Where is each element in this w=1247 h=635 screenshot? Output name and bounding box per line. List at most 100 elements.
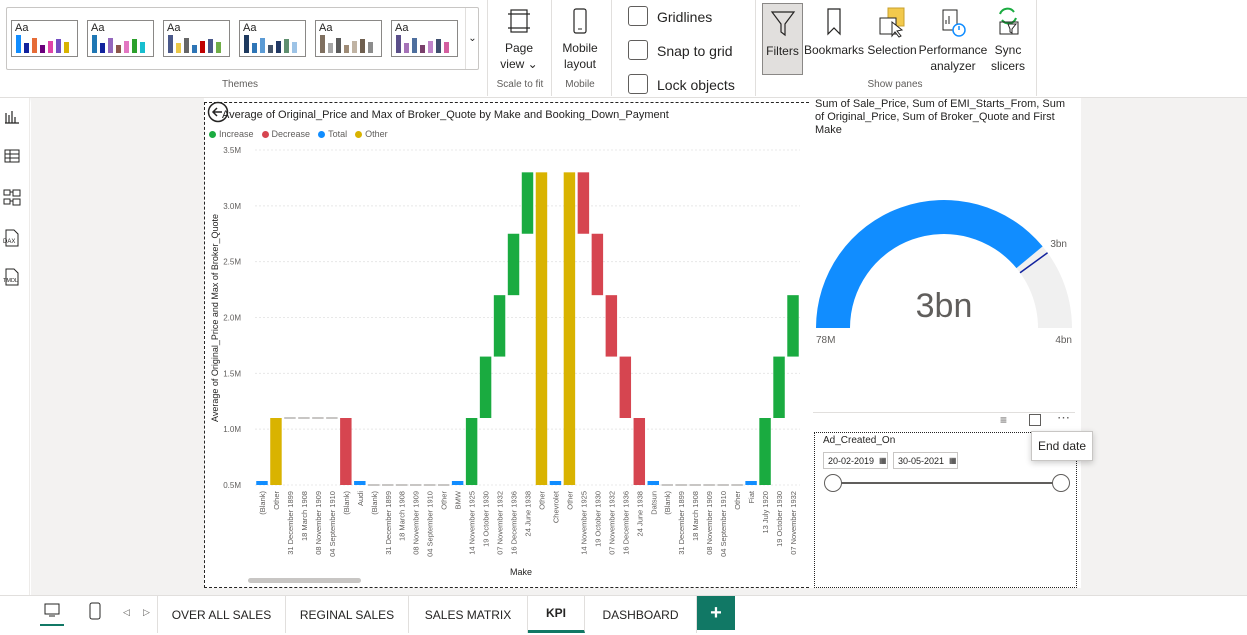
theme-color-bar — [328, 43, 333, 53]
waterfall-bar[interactable] — [465, 418, 478, 485]
legend-increase[interactable]: Increase — [209, 129, 254, 139]
tab-over-all-sales[interactable]: OVER ALL SALES — [158, 596, 286, 633]
waterfall-bar[interactable] — [605, 295, 618, 357]
focus-mode-icon[interactable] — [1029, 414, 1041, 426]
snap-to-grid-checkbox[interactable] — [628, 40, 648, 60]
bookmark-icon — [827, 8, 841, 36]
waterfall-bar[interactable] — [535, 172, 548, 486]
theme-thumbnail[interactable]: Aa — [239, 20, 306, 57]
mobile-layout-icon[interactable] — [88, 602, 102, 623]
performance-analyzer-button[interactable]: Performance analyzer — [918, 6, 988, 74]
page-view-label-2: view ⌄ — [500, 57, 538, 71]
tmdl-view-icon[interactable]: TMDL — [2, 267, 22, 287]
waterfall-bar[interactable] — [451, 481, 464, 485]
dax-query-view-icon[interactable]: DAX — [2, 228, 22, 248]
gauge-max-label: 4bn — [1055, 335, 1072, 346]
theme-color-bar — [116, 45, 121, 53]
svg-text:TMDL: TMDL — [3, 278, 18, 284]
slicer-start-handle[interactable] — [824, 474, 842, 492]
tab-kpi[interactable]: KPI — [528, 596, 585, 633]
legend-other[interactable]: Other — [355, 129, 388, 139]
x-tick-label: 08 November 1909 — [705, 491, 714, 555]
slicer-end-date[interactable]: 30-05-2021 ▦ — [893, 452, 958, 469]
themes-more-chevron-icon[interactable]: ⌄ — [465, 8, 479, 69]
waterfall-bar[interactable] — [479, 356, 492, 418]
add-page-button[interactable]: + — [697, 596, 735, 630]
slicer-end-handle[interactable] — [1052, 474, 1070, 492]
mobile-group-label: Mobile — [565, 79, 595, 90]
waterfall-bar[interactable] — [256, 481, 268, 485]
more-options-icon[interactable]: ⋯ — [1057, 410, 1070, 426]
bookmarks-label: Bookmarks — [804, 43, 865, 57]
prev-page-arrow-icon[interactable]: ◁ — [123, 607, 130, 618]
waterfall-bar[interactable] — [619, 356, 632, 418]
waterfall-bar[interactable] — [787, 295, 799, 357]
waterfall-bar[interactable] — [647, 481, 659, 485]
theme-color-bar — [216, 42, 221, 53]
page-view-button[interactable]: Page view ⌄ — [494, 6, 544, 72]
bookmarks-pane-button[interactable]: Bookmarks — [804, 6, 864, 58]
x-tick-label: Other — [733, 491, 742, 510]
y-tick-label: 3.5M — [223, 146, 241, 155]
selection-label: Selection — [867, 43, 917, 57]
theme-thumbnail[interactable]: Aa — [87, 20, 154, 57]
theme-color-bar — [268, 45, 273, 53]
page-view-label-1: Page — [504, 41, 534, 55]
model-view-icon[interactable] — [2, 187, 22, 207]
theme-color-bar — [16, 35, 21, 53]
legend-decrease[interactable]: Decrease — [261, 129, 310, 139]
x-tick-label: 08 November 1909 — [412, 491, 421, 555]
next-page-arrow-icon[interactable]: ▷ — [143, 607, 150, 618]
waterfall-bar[interactable] — [507, 233, 520, 296]
y-tick-label: 2.0M — [223, 314, 241, 323]
x-tick-label: 19 October 1930 — [775, 491, 784, 547]
waterfall-bar[interactable] — [773, 356, 785, 418]
waterfall-bar[interactable] — [521, 172, 534, 234]
filters-pane-button[interactable]: Filters — [762, 3, 803, 75]
x-tick-label: 14 November 1925 — [468, 491, 477, 555]
y-tick-label: 1.5M — [223, 369, 241, 378]
table-view-icon[interactable] — [2, 146, 22, 166]
theme-thumbnail[interactable]: Aa — [391, 20, 458, 57]
theme-color-bar — [420, 45, 425, 53]
theme-thumbnail[interactable]: Aa — [163, 20, 230, 57]
waterfall-bar[interactable] — [563, 172, 576, 486]
x-tick-label: 24 June 1938 — [524, 491, 533, 536]
theme-color-bar — [396, 35, 401, 53]
waterfall-bar[interactable] — [633, 418, 646, 485]
desktop-layout-icon[interactable] — [40, 602, 64, 626]
waterfall-bar[interactable] — [745, 481, 757, 485]
slicer-start-date[interactable]: 20-02-2019 ▦ — [823, 452, 888, 469]
report-view-icon[interactable] — [2, 107, 22, 127]
theme-color-bar — [32, 38, 37, 53]
x-tick-label: 04 September 1910 — [426, 491, 435, 557]
gridlines-checkbox[interactable] — [628, 6, 648, 26]
waterfall-bar[interactable] — [354, 481, 366, 485]
theme-color-bar — [336, 38, 341, 53]
sync-slicers-button[interactable]: Sync slicers — [986, 6, 1030, 74]
x-tick-label: 04 September 1910 — [328, 491, 337, 557]
x-tick-label: 07 November 1932 — [496, 491, 505, 555]
gauge-min-label: 78M — [816, 335, 835, 346]
waterfall-bar[interactable] — [577, 172, 590, 234]
waterfall-bar[interactable] — [759, 418, 771, 485]
x-tick-label: 16 December 1936 — [510, 491, 519, 555]
waterfall-bar[interactable] — [340, 418, 352, 485]
waterfall-bar[interactable] — [270, 418, 282, 485]
selection-pane-button[interactable]: Selection — [866, 6, 918, 58]
tab-sales-matrix[interactable]: SALES MATRIX — [409, 596, 528, 633]
visual-filter-icon[interactable]: ≡ — [1000, 413, 1007, 427]
waterfall-bar[interactable] — [549, 481, 562, 485]
tab-reginal-sales[interactable]: REGINAL SALES — [286, 596, 409, 633]
tab-dashboard[interactable]: DASHBOARD — [585, 596, 697, 633]
theme-thumbnail[interactable]: Aa — [315, 20, 382, 57]
legend-total[interactable]: Total — [318, 129, 347, 139]
waterfall-bar[interactable] — [493, 295, 506, 357]
x-tick-label: 18 March 1908 — [300, 491, 309, 541]
mobile-layout-button[interactable]: Mobile layout — [556, 6, 604, 72]
lock-objects-checkbox[interactable] — [628, 74, 648, 94]
y-tick-label: 2.5M — [223, 258, 241, 267]
horizontal-scrollbar[interactable] — [248, 578, 361, 583]
theme-thumbnail[interactable]: Aa — [11, 20, 78, 57]
waterfall-bar[interactable] — [591, 233, 604, 296]
